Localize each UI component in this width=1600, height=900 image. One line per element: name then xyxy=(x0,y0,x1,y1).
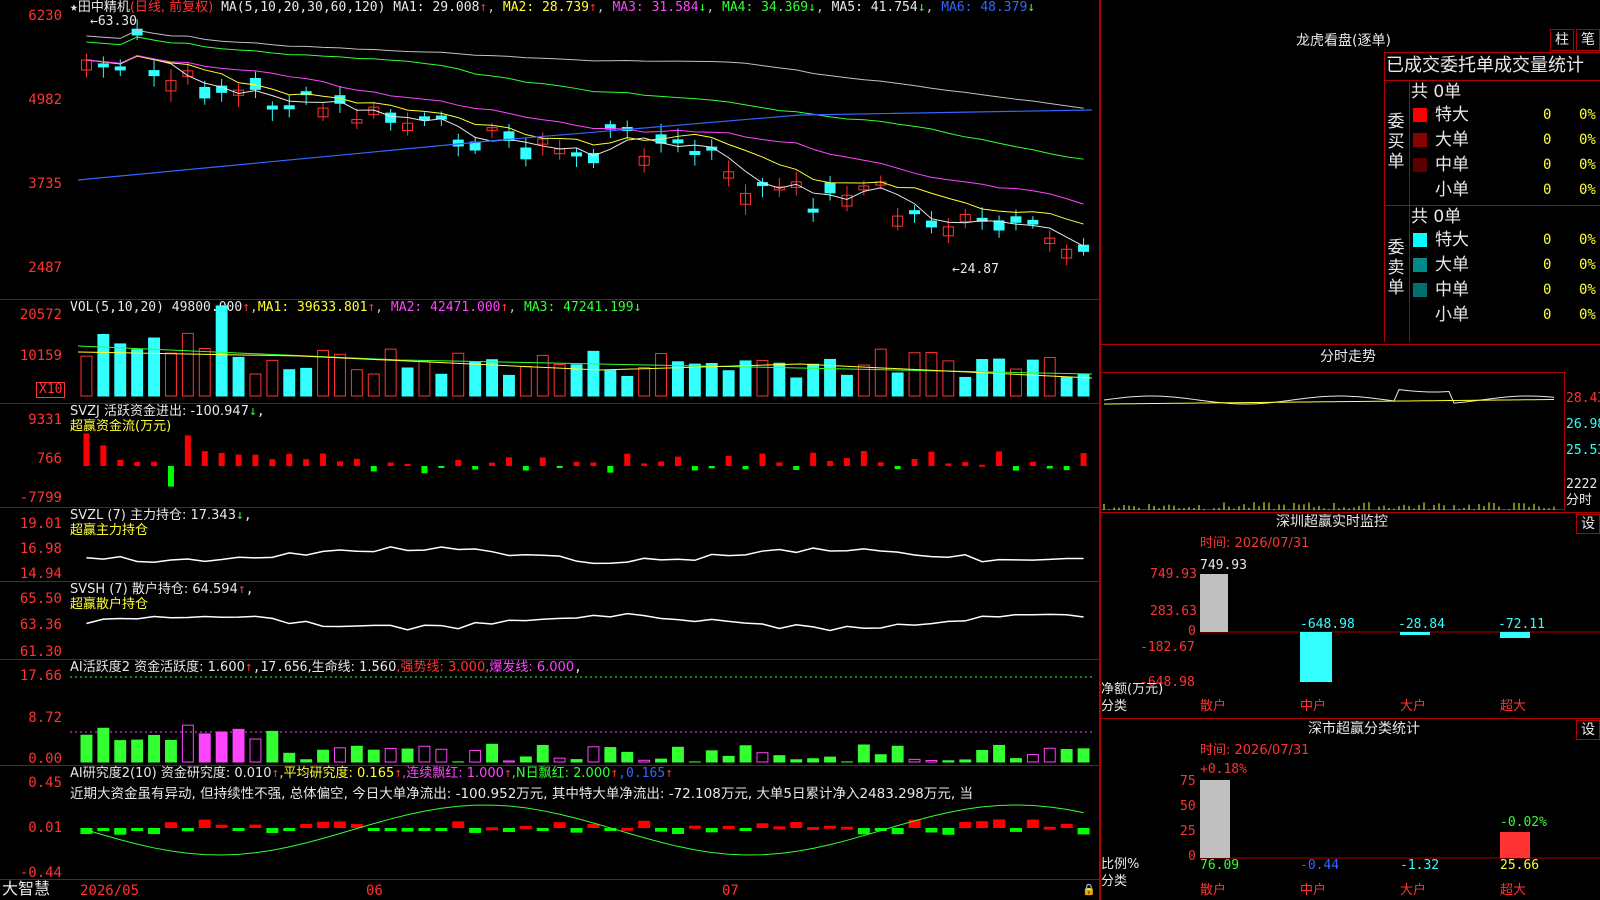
class-bar xyxy=(1200,780,1230,858)
class-bar xyxy=(1500,832,1530,858)
app-window: ★田中精机(日线, 前复权) MA(5,10,20,30,60,120) MA1… xyxy=(0,0,1600,900)
monitor-bar xyxy=(1400,632,1430,635)
right-bar-charts xyxy=(1200,574,1600,859)
monitor-bar xyxy=(1500,632,1530,638)
monitor-bar xyxy=(1300,632,1332,682)
monitor-bar xyxy=(1200,574,1228,632)
